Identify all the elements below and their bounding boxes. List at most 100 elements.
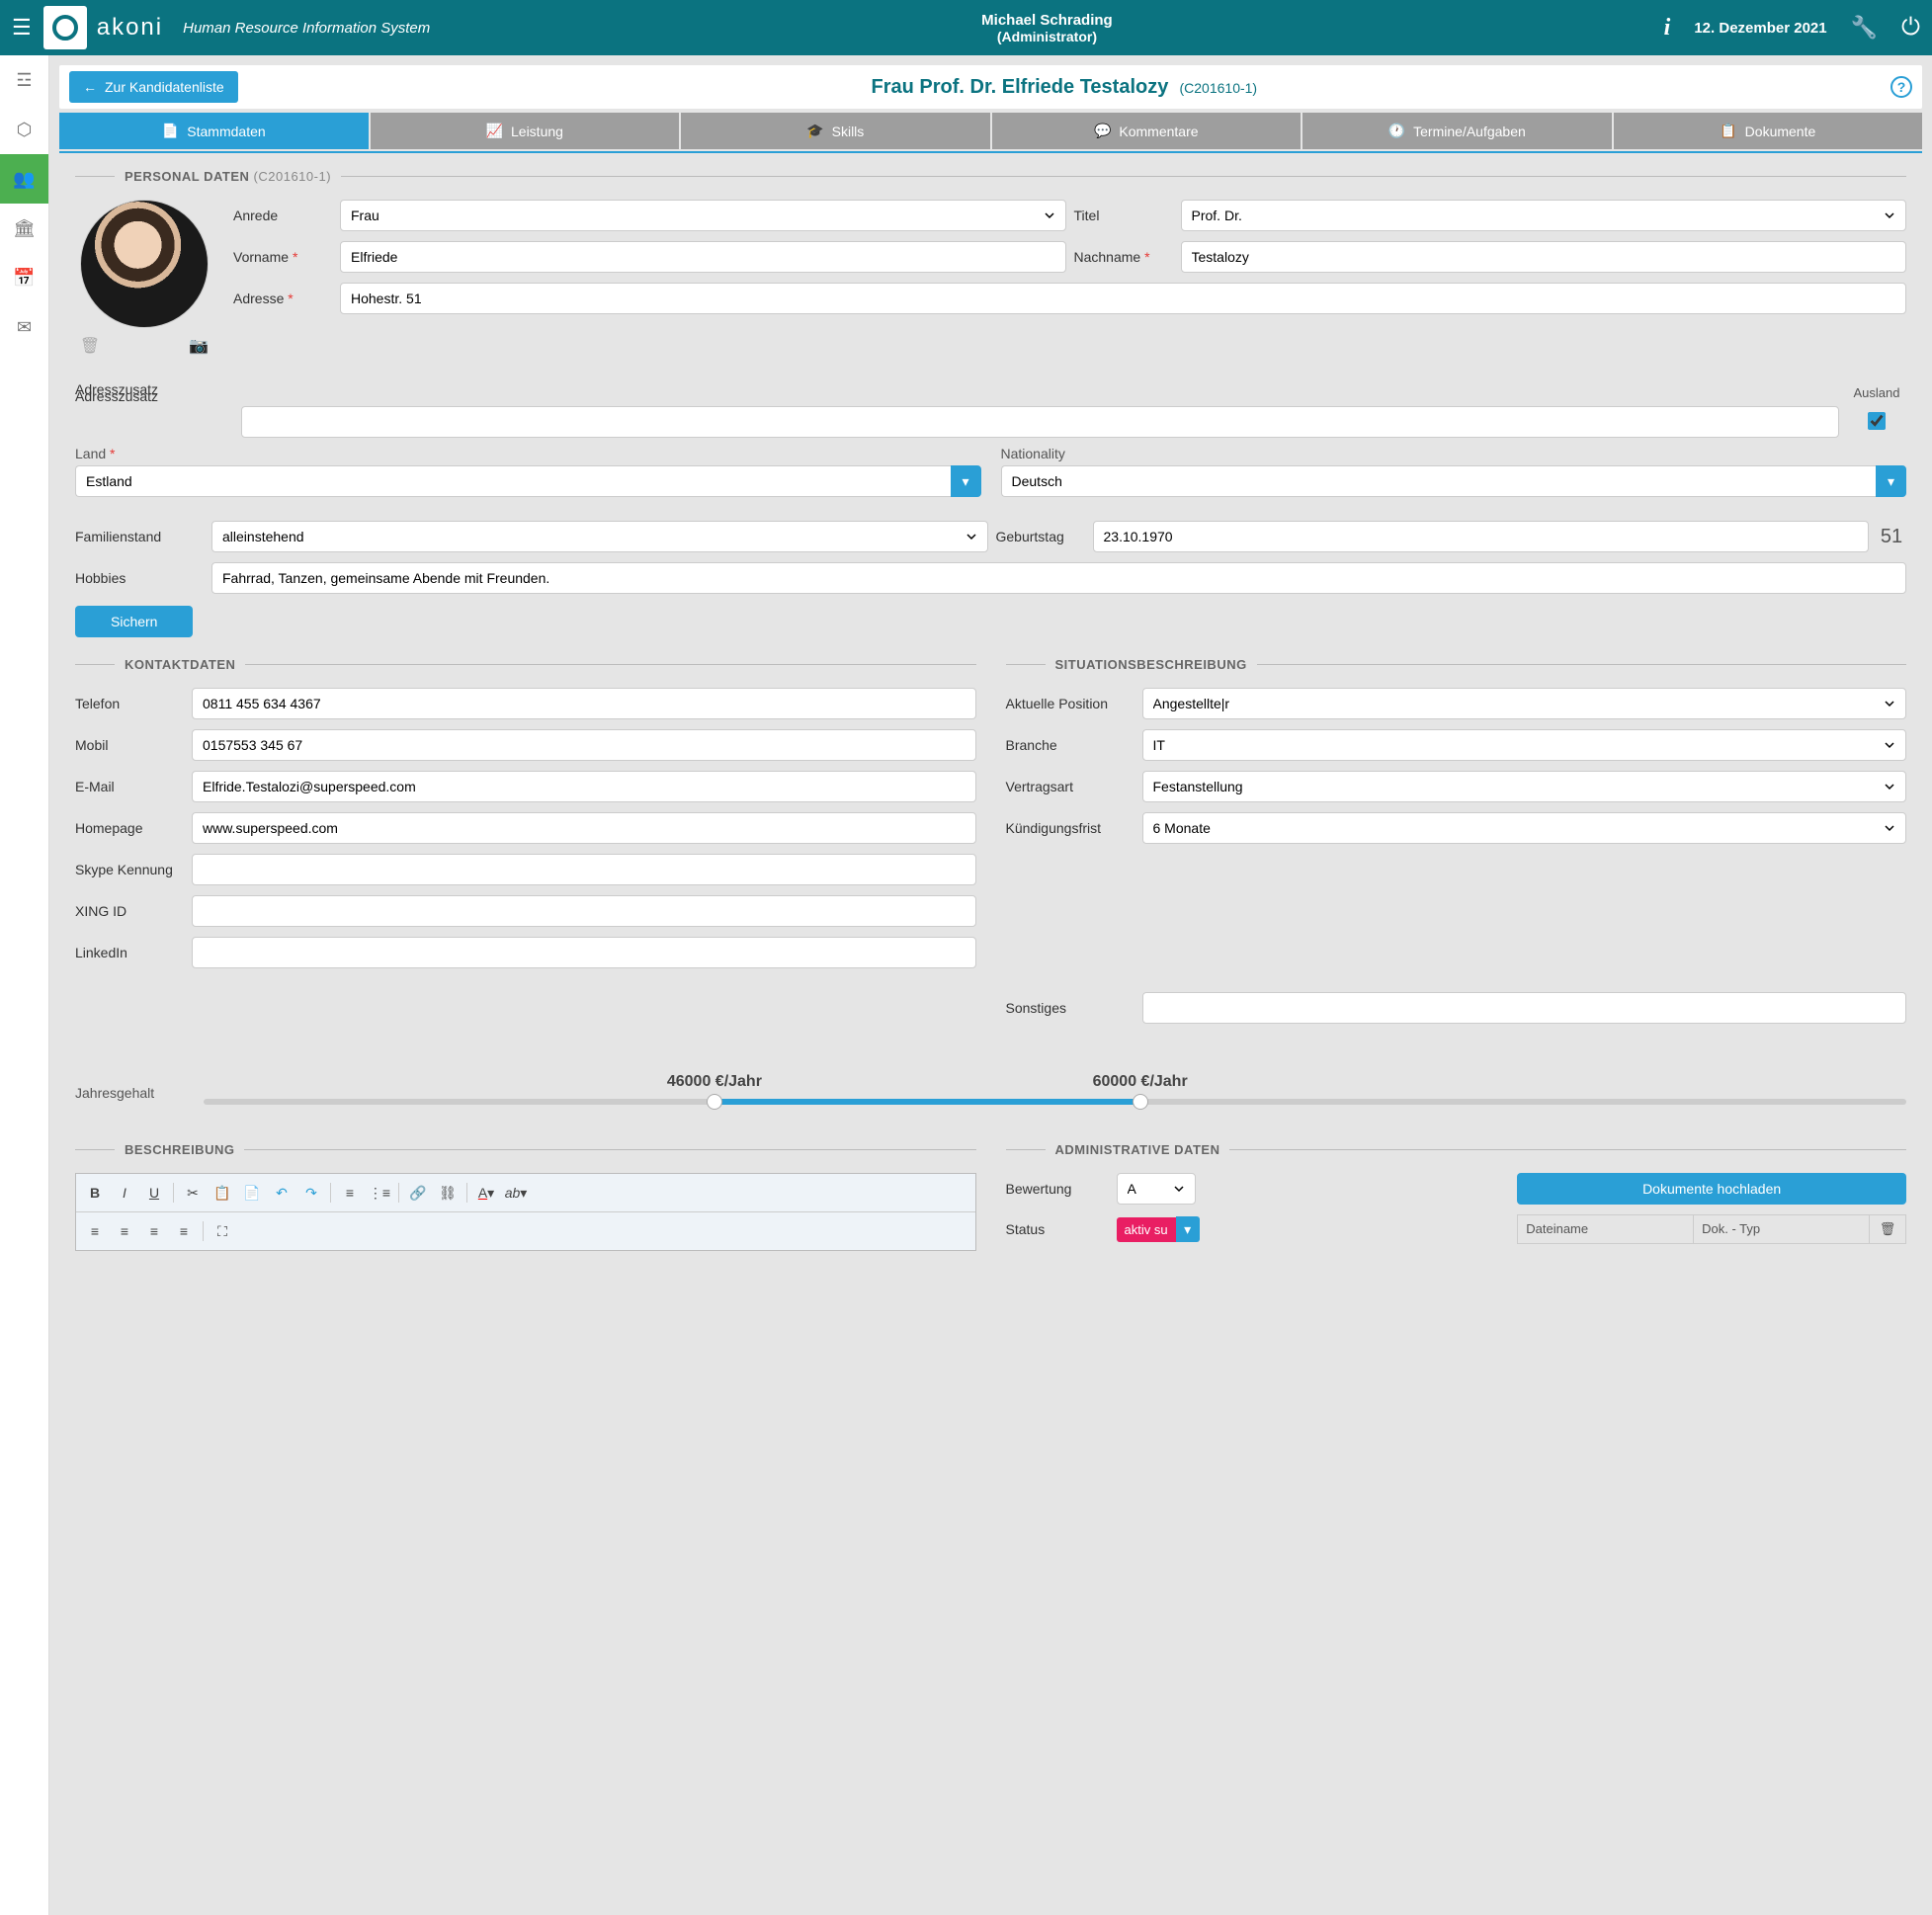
salary-handle-high[interactable] xyxy=(1133,1094,1148,1110)
col-doktyp: Dok. - Typ xyxy=(1694,1215,1870,1243)
underline-icon[interactable]: U xyxy=(141,1180,167,1206)
linkedin-input[interactable] xyxy=(192,937,976,968)
label-geburtstag: Geburtstag xyxy=(996,529,1085,544)
align-left-icon[interactable]: ≡ xyxy=(82,1218,108,1244)
label-xing: XING ID xyxy=(75,903,184,919)
rich-text-editor: B I U ✂ 📋 📄 ↶ ↷ ≡ ⋮≡ xyxy=(75,1173,976,1251)
sidebar-item-list[interactable]: ☲ xyxy=(0,55,48,105)
title-row: ← Zur Kandidatenliste Frau Prof. Dr. Elf… xyxy=(59,65,1922,109)
bold-icon[interactable]: B xyxy=(82,1180,108,1206)
unlink-icon[interactable]: ⛓ xyxy=(435,1180,461,1206)
titel-select[interactable]: Prof. Dr. xyxy=(1181,200,1907,231)
avatar xyxy=(80,200,209,328)
kuendigung-select[interactable]: 6 Monate xyxy=(1142,812,1907,844)
redo-icon[interactable]: ↷ xyxy=(298,1180,324,1206)
label-sonstiges: Sonstiges xyxy=(1006,1000,1134,1016)
tabs: 📄Stammdaten 📈Leistung 🎓Skills 💬Kommentar… xyxy=(59,113,1922,149)
info-icon[interactable]: i xyxy=(1664,15,1671,42)
paste-icon[interactable]: 📄 xyxy=(239,1180,265,1206)
tab-termine[interactable]: 🕐Termine/Aufgaben xyxy=(1302,113,1612,149)
adresse-input[interactable] xyxy=(340,283,1906,314)
save-button[interactable]: Sichern xyxy=(75,606,193,637)
settings-icon[interactable]: 🔧 xyxy=(1851,15,1878,41)
cut-icon[interactable]: ✂ xyxy=(180,1180,206,1206)
skype-input[interactable] xyxy=(192,854,976,885)
fullscreen-icon[interactable]: ⛶ xyxy=(210,1218,235,1244)
vorname-input[interactable] xyxy=(340,241,1066,273)
tab-stammdaten[interactable]: 📄Stammdaten xyxy=(59,113,369,149)
help-icon[interactable]: ? xyxy=(1890,76,1912,98)
arrow-left-icon: ← xyxy=(83,79,97,95)
tab-kommentare[interactable]: 💬Kommentare xyxy=(992,113,1302,149)
sidebar-item-org[interactable]: ⬡ xyxy=(0,105,48,154)
label-adresszusatz3: Adresszusatz xyxy=(75,388,174,404)
geburtstag-input[interactable] xyxy=(1093,521,1870,552)
comment-icon: 💬 xyxy=(1094,123,1111,139)
tab-skills[interactable]: 🎓Skills xyxy=(681,113,990,149)
land-dropdown-icon[interactable]: ▾ xyxy=(951,465,981,497)
upload-avatar-icon[interactable]: 📷 xyxy=(189,336,209,356)
sidebar-item-calendar[interactable]: 📅 xyxy=(0,253,48,302)
anrede-select[interactable]: Frau xyxy=(340,200,1066,231)
sidebar-item-company[interactable]: 🏛 xyxy=(0,204,48,253)
telefon-input[interactable] xyxy=(192,688,976,719)
label-position: Aktuelle Position xyxy=(1006,696,1134,711)
xing-input[interactable] xyxy=(192,895,976,927)
salary-handle-low[interactable] xyxy=(707,1094,722,1110)
logout-icon[interactable]: ⏻ xyxy=(1901,14,1920,42)
salary-slider[interactable]: 46000 €/Jahr 60000 €/Jahr xyxy=(204,1073,1906,1113)
tagline: Human Resource Information System xyxy=(183,20,430,37)
email-input[interactable] xyxy=(192,771,976,802)
delete-avatar-icon[interactable]: 🗑 xyxy=(80,336,100,356)
section-description: BESCHREIBUNG B I U ✂ 📋 📄 ↶ ↷ xyxy=(75,1142,976,1251)
mobil-input[interactable] xyxy=(192,729,976,761)
label-titel: Titel xyxy=(1074,208,1173,223)
tab-leistung[interactable]: 📈Leistung xyxy=(371,113,680,149)
status-value: aktiv su xyxy=(1117,1217,1176,1242)
col-delete: 🗑 xyxy=(1870,1215,1905,1243)
label-branche: Branche xyxy=(1006,737,1134,753)
label-skype: Skype Kennung xyxy=(75,862,184,877)
label-kuendigung: Kündigungsfrist xyxy=(1006,820,1134,836)
familienstand-select[interactable]: alleinstehend xyxy=(211,521,988,552)
sidebar-item-mail[interactable]: ✉ xyxy=(0,302,48,352)
nationality-input[interactable] xyxy=(1001,465,1877,497)
italic-icon[interactable]: I xyxy=(112,1180,137,1206)
ausland-checkbox[interactable] xyxy=(1868,412,1886,430)
adresszusatz-input[interactable] xyxy=(241,406,1839,438)
ordered-list-icon[interactable]: ≡ xyxy=(337,1180,363,1206)
tab-dokumente[interactable]: 📋Dokumente xyxy=(1614,113,1923,149)
page-title: Frau Prof. Dr. Elfriede Testalozy (C2016… xyxy=(238,76,1890,99)
upload-button[interactable]: Dokumente hochladen xyxy=(1517,1173,1906,1205)
align-justify-icon[interactable]: ≡ xyxy=(171,1218,197,1244)
chart-icon: 📈 xyxy=(486,123,503,139)
link-icon[interactable]: 🔗 xyxy=(405,1180,431,1206)
sidebar-item-candidates[interactable]: 👥 xyxy=(0,154,48,204)
status-dropdown-icon[interactable]: ▾ xyxy=(1176,1216,1200,1242)
copy-icon[interactable]: 📋 xyxy=(210,1180,235,1206)
land-input[interactable] xyxy=(75,465,951,497)
undo-icon[interactable]: ↶ xyxy=(269,1180,294,1206)
document-icon: 📄 xyxy=(162,123,179,139)
vertragsart-select[interactable]: Festanstellung xyxy=(1142,771,1907,802)
current-role: (Administrator) xyxy=(430,29,1663,44)
nationality-dropdown-icon[interactable]: ▾ xyxy=(1876,465,1906,497)
position-select[interactable]: Angestellte|r xyxy=(1142,688,1907,719)
back-button[interactable]: ← Zur Kandidatenliste xyxy=(69,71,238,103)
sonstiges-input[interactable] xyxy=(1142,992,1907,1024)
hobbies-input[interactable] xyxy=(211,562,1906,594)
clear-format-icon[interactable]: ab▾ xyxy=(503,1180,529,1206)
menu-icon[interactable]: ☰ xyxy=(12,15,32,41)
font-color-icon[interactable]: A▾ xyxy=(473,1180,499,1206)
label-ausland: Ausland xyxy=(1847,385,1906,400)
align-right-icon[interactable]: ≡ xyxy=(141,1218,167,1244)
homepage-input[interactable] xyxy=(192,812,976,844)
nachname-input[interactable] xyxy=(1181,241,1907,273)
bewertung-select[interactable]: A xyxy=(1117,1173,1196,1205)
unordered-list-icon[interactable]: ⋮≡ xyxy=(367,1180,392,1206)
section-situation: SITUATIONSBESCHREIBUNG Aktuelle Position… xyxy=(1006,657,1907,1024)
topbar: ☰ akoni Human Resource Information Syste… xyxy=(0,0,1932,55)
branche-select[interactable]: IT xyxy=(1142,729,1907,761)
align-center-icon[interactable]: ≡ xyxy=(112,1218,137,1244)
label-adresse: Adresse * xyxy=(233,291,332,306)
